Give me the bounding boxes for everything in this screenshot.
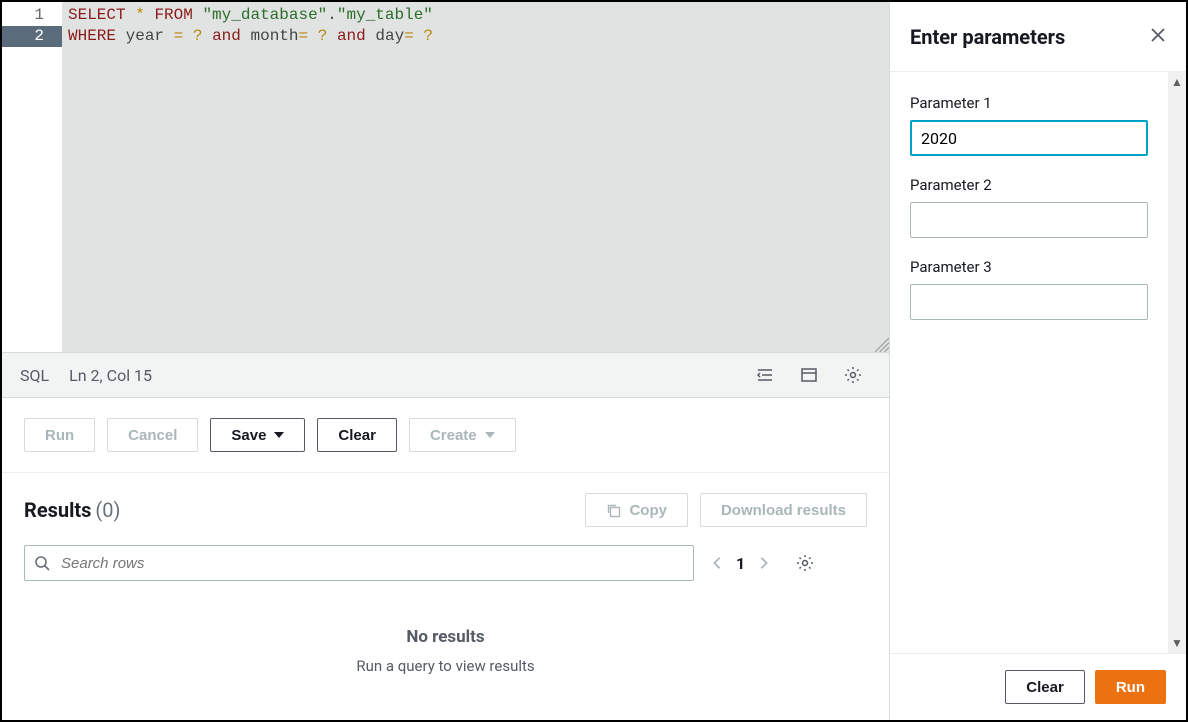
save-label: Save [231, 427, 266, 444]
copy-icon [606, 503, 621, 518]
panel-run-button[interactable]: Run [1095, 670, 1166, 704]
copy-button[interactable]: Copy [585, 493, 688, 527]
param-marker: ? [193, 27, 203, 45]
op-eq: = [404, 27, 414, 45]
page-number: 1 [736, 554, 745, 573]
settings-icon[interactable] [835, 357, 871, 393]
status-lang: SQL [20, 366, 49, 385]
col-month: month [251, 27, 299, 45]
clear-button[interactable]: Clear [317, 418, 397, 452]
prev-page-icon[interactable] [710, 556, 724, 570]
param-group-1: Parameter 1 [910, 94, 1148, 156]
search-input[interactable] [24, 545, 694, 581]
scroll-up-icon[interactable]: ▲ [1171, 75, 1183, 89]
kw-where: WHERE [68, 27, 116, 45]
cancel-button[interactable]: Cancel [107, 418, 198, 452]
copy-label: Copy [629, 502, 667, 519]
code-area[interactable]: SELECT * FROM "my_database"."my_table" W… [62, 2, 889, 352]
results-title: Results [24, 498, 91, 522]
kw-select: SELECT [68, 6, 126, 24]
layout-icon[interactable] [791, 357, 827, 393]
action-toolbar: Run Cancel Save Clear Create [2, 398, 889, 473]
results-count: (0) [95, 498, 120, 522]
sql-editor[interactable]: 1 2 SELECT * FROM "my_database"."my_tabl… [2, 2, 889, 352]
param-group-3: Parameter 3 [910, 258, 1148, 320]
save-button[interactable]: Save [210, 418, 305, 452]
empty-state: No results Run a query to view results [24, 597, 867, 705]
scroll-down-icon[interactable]: ▼ [1171, 636, 1183, 650]
param-marker: ? [318, 27, 328, 45]
col-year: year [126, 27, 164, 45]
line-number: 1 [2, 5, 62, 26]
str-db: "my_database" [202, 6, 327, 24]
panel-footer: Clear Run [890, 653, 1186, 720]
format-icon[interactable] [747, 357, 783, 393]
kw-and: and [337, 27, 366, 45]
param-marker: ? [423, 27, 433, 45]
results-section: Results (0) Copy Download results [2, 473, 889, 720]
next-page-icon[interactable] [757, 556, 771, 570]
status-cursor-pos: Ln 2, Col 15 [69, 366, 152, 385]
download-results-button[interactable]: Download results [700, 493, 867, 527]
chevron-down-icon [485, 432, 495, 438]
scrollbar[interactable]: ▲ ▼ [1168, 72, 1186, 653]
pagination: 1 [710, 554, 771, 573]
panel-clear-button[interactable]: Clear [1005, 670, 1085, 704]
chevron-down-icon [274, 432, 284, 438]
panel-body: Parameter 1 Parameter 2 Parameter 3 [890, 72, 1168, 653]
param-label: Parameter 2 [910, 176, 1148, 194]
create-label: Create [430, 427, 477, 444]
kw-from: FROM [154, 6, 192, 24]
param-label: Parameter 3 [910, 258, 1148, 276]
line-gutter: 1 2 [2, 2, 62, 352]
app-root: 1 2 SELECT * FROM "my_database"."my_tabl… [0, 0, 1188, 722]
resize-handle-icon[interactable] [875, 338, 889, 352]
op-eq: = [174, 27, 184, 45]
main-pane: 1 2 SELECT * FROM "my_database"."my_tabl… [2, 2, 890, 720]
param-label: Parameter 1 [910, 94, 1148, 112]
search-icon [34, 555, 50, 571]
param-input-2[interactable] [910, 202, 1148, 238]
search-box [24, 545, 694, 581]
param-input-3[interactable] [910, 284, 1148, 320]
close-icon[interactable] [1150, 27, 1166, 47]
line-number: 2 [2, 26, 62, 47]
create-button[interactable]: Create [409, 418, 516, 452]
parameters-panel: Enter parameters Parameter 1 Parameter 2 [890, 2, 1186, 720]
run-button[interactable]: Run [24, 418, 95, 452]
empty-title: No results [24, 627, 867, 647]
col-day: day [375, 27, 404, 45]
panel-title: Enter parameters [910, 25, 1065, 49]
empty-subtitle: Run a query to view results [24, 657, 867, 675]
dot: . [327, 6, 337, 24]
op-eq: = [299, 27, 309, 45]
results-settings-icon[interactable] [787, 545, 823, 581]
op-star: * [135, 6, 145, 24]
str-tbl: "my_table" [337, 6, 433, 24]
param-input-1[interactable] [910, 120, 1148, 156]
status-bar: SQL Ln 2, Col 15 [2, 352, 889, 398]
kw-and: and [212, 27, 241, 45]
param-group-2: Parameter 2 [910, 176, 1148, 238]
